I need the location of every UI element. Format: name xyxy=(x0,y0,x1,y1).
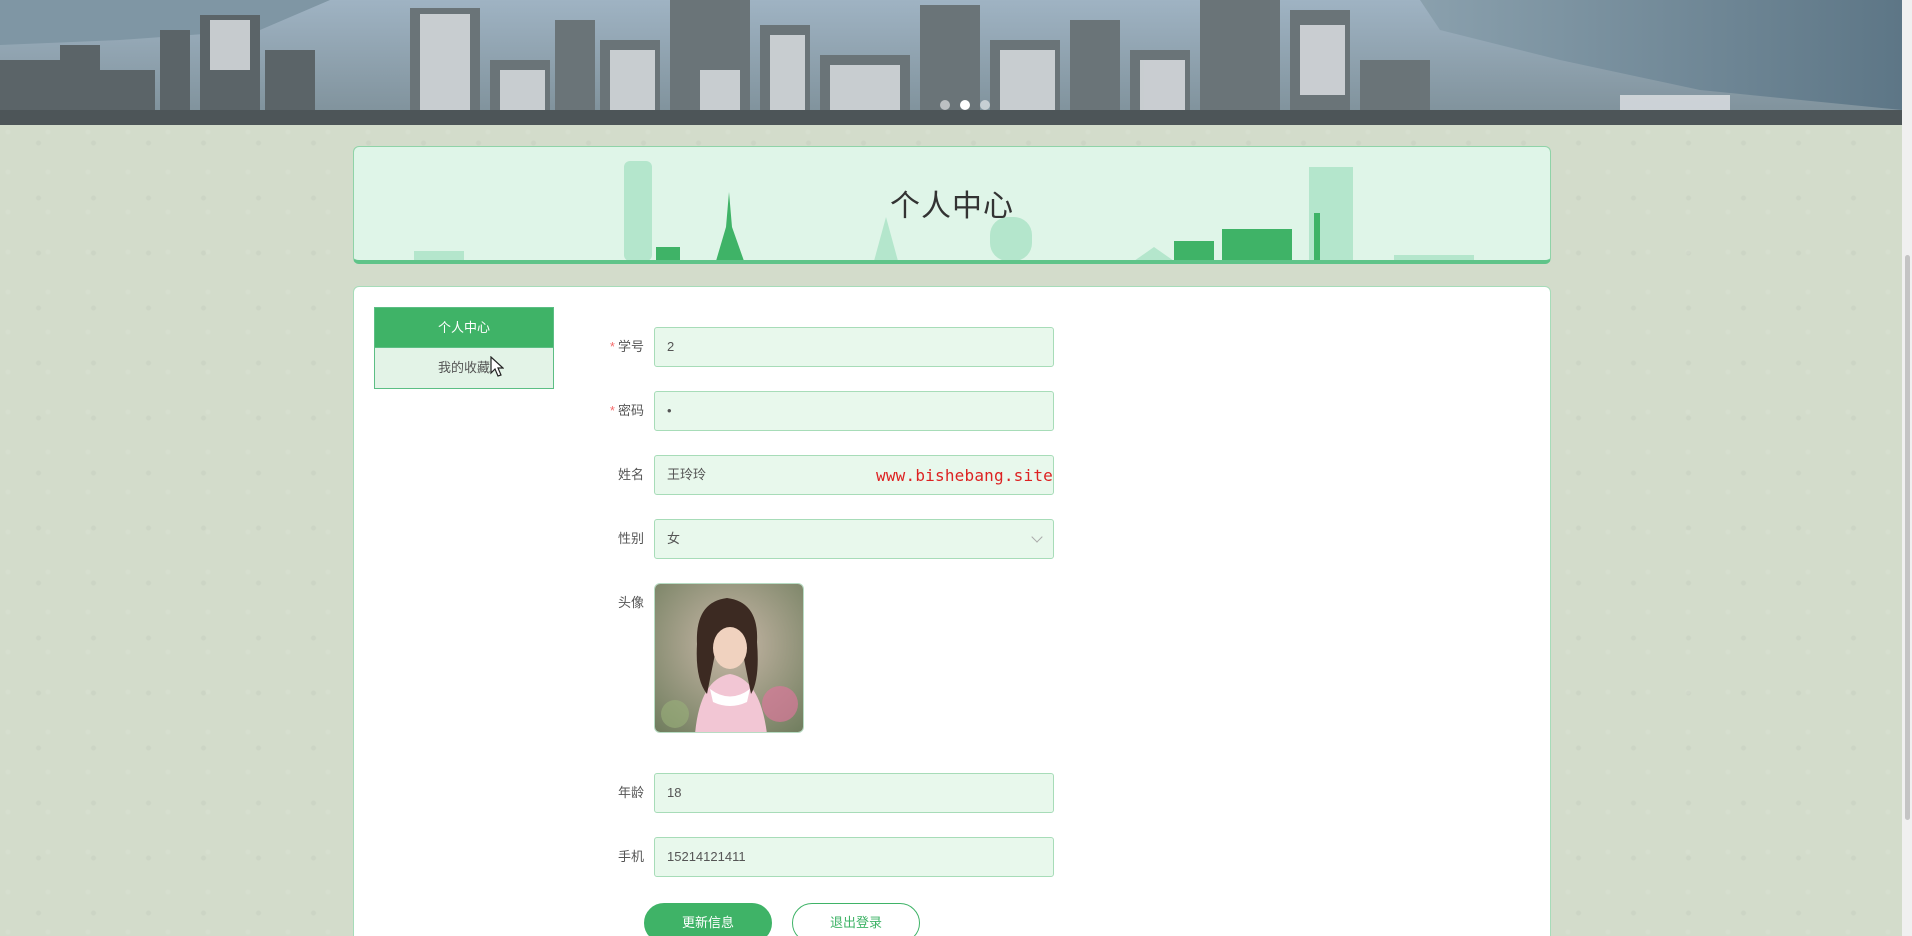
phone-input[interactable]: 15214121411 xyxy=(654,837,1054,877)
avatar-label: 头像 xyxy=(617,595,644,610)
form-row-age: 年龄 18 xyxy=(580,773,1055,813)
required-mark: * xyxy=(609,403,615,418)
password-input[interactable]: • xyxy=(654,391,1054,431)
gender-label: 性别 xyxy=(617,531,644,546)
carousel-dot-3[interactable] xyxy=(980,100,990,110)
avatar-image xyxy=(655,584,803,732)
form-row-password: * 密码 • xyxy=(580,391,1055,431)
banner-carousel[interactable] xyxy=(0,0,1902,125)
password-label: * 密码 xyxy=(609,403,644,418)
gender-select[interactable]: 女 xyxy=(654,519,1054,559)
side-menu: 个人中心 我的收藏 xyxy=(374,307,554,389)
menu-item-favorites[interactable]: 我的收藏 xyxy=(375,348,553,388)
phone-label: 手机 xyxy=(617,849,644,864)
form-row-avatar: 头像 xyxy=(580,583,1055,623)
form-row-student-id: * 学号 2 xyxy=(580,327,1055,367)
avatar-upload[interactable] xyxy=(654,583,804,733)
page-title: 个人中心 xyxy=(890,190,1014,223)
student-id-input[interactable]: 2 xyxy=(654,327,1054,367)
watermark-text: www.bishebang.site xyxy=(876,466,1053,485)
form-row-gender: 性别 女 xyxy=(580,519,1055,559)
mouse-pointer-icon xyxy=(490,356,504,377)
chevron-down-icon xyxy=(1031,531,1043,543)
required-mark: * xyxy=(609,339,615,354)
student-id-label: * 学号 xyxy=(609,339,644,354)
logout-button[interactable]: 退出登录 xyxy=(792,903,920,936)
form-row-phone: 手机 15214121411 xyxy=(580,837,1055,877)
age-label: 年龄 xyxy=(617,785,644,800)
page-title-panel: 个人中心 xyxy=(353,146,1551,264)
scrollbar-thumb[interactable] xyxy=(1905,255,1910,820)
gender-select-value: 女 xyxy=(667,531,681,546)
update-info-button[interactable]: 更新信息 xyxy=(644,903,772,936)
carousel-dot-2[interactable] xyxy=(960,100,970,110)
name-label: 姓名 xyxy=(617,467,644,482)
carousel-indicators xyxy=(940,100,990,110)
menu-item-profile[interactable]: 个人中心 xyxy=(375,308,553,348)
carousel-dot-1[interactable] xyxy=(940,100,950,110)
age-input[interactable]: 18 xyxy=(654,773,1054,813)
